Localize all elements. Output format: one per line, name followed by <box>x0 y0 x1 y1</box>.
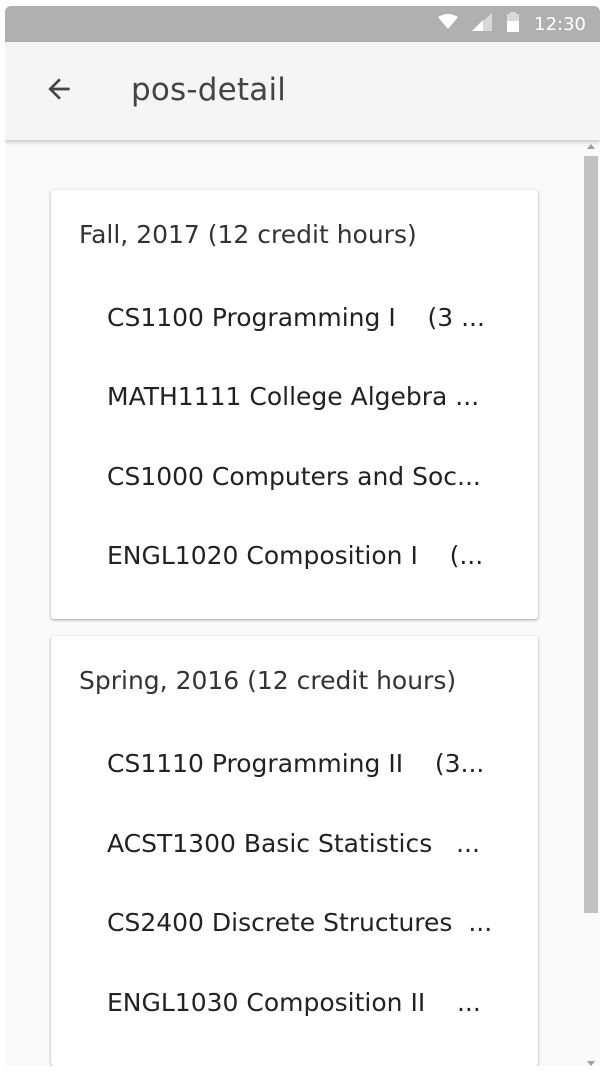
scroll-down-arrow-icon[interactable] <box>587 1061 595 1066</box>
course-item[interactable]: CS2400 Discrete Structures ... <box>107 908 507 937</box>
course-item[interactable]: CS1000 Computers and Soc... <box>107 462 507 491</box>
wifi-icon <box>438 13 459 35</box>
status-bar: 12:30 <box>5 6 600 42</box>
battery-icon <box>506 11 520 37</box>
content-area: Fall, 2017 (12 credit hours) CS1100 Prog… <box>5 140 600 1066</box>
back-button[interactable] <box>37 69 81 113</box>
course-item[interactable]: CS1110 Programming II (3... <box>107 749 507 778</box>
app-window: 12:30 pos-detail Fall, 2017 (12 credit h… <box>5 6 600 1066</box>
status-time: 12:30 <box>534 13 586 35</box>
page-title: pos-detail <box>131 72 287 108</box>
screen: 12:30 pos-detail Fall, 2017 (12 credit h… <box>0 0 608 1071</box>
semester-title: Spring, 2016 (12 credit hours) <box>79 666 457 695</box>
signal-icon <box>472 12 493 36</box>
status-icons: 12:30 <box>438 6 586 42</box>
course-item[interactable]: ENGL1020 Composition I (... <box>107 541 507 570</box>
course-item[interactable]: ACST1300 Basic Statistics ... <box>107 829 507 858</box>
semester-card: Spring, 2016 (12 credit hours) CS1110 Pr… <box>51 636 538 1066</box>
semester-title: Fall, 2017 (12 credit hours) <box>79 220 417 249</box>
course-item[interactable]: MATH1111 College Algebra ... <box>107 382 507 411</box>
scrollbar[interactable] <box>584 144 598 1066</box>
course-item[interactable]: CS1100 Programming I (3 ... <box>107 303 507 332</box>
scrollbar-thumb[interactable] <box>584 156 598 913</box>
app-bar: pos-detail <box>5 42 600 140</box>
scroll-up-arrow-icon[interactable] <box>587 144 595 149</box>
semester-card: Fall, 2017 (12 credit hours) CS1100 Prog… <box>51 190 538 619</box>
arrow-left-icon <box>43 73 75 110</box>
course-item[interactable]: ENGL1030 Composition II ... <box>107 988 507 1017</box>
